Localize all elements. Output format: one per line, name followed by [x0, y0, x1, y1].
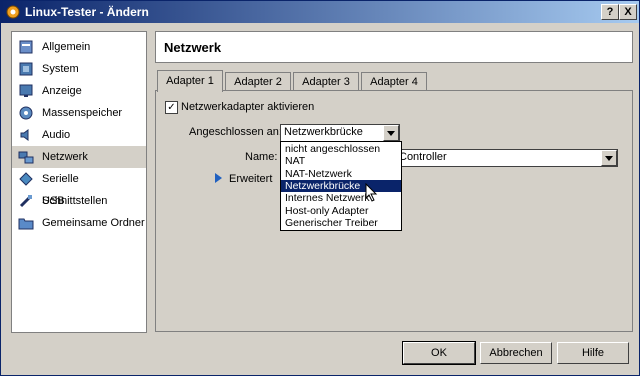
chevron-down-icon: [605, 156, 613, 161]
sidebar-item-allgemein[interactable]: Allgemein: [12, 36, 146, 58]
sidebar-item-audio[interactable]: Audio: [12, 124, 146, 146]
attached-to-dropdown-button[interactable]: [383, 125, 399, 141]
dropdown-option[interactable]: NAT: [281, 155, 401, 167]
name-label: Name:: [245, 151, 278, 163]
name-value: Controller: [399, 151, 447, 163]
chevron-down-icon: [387, 131, 395, 136]
dropdown-option[interactable]: NAT-Netzwerk: [281, 168, 401, 180]
settings-sidebar: Allgemein System Anzeige Massenspeicher …: [11, 31, 147, 333]
sidebar-item-label: Anzeige: [42, 85, 82, 97]
section-heading-box: Netzwerk: [155, 31, 633, 63]
window-title: Linux-Tester - Ändern: [25, 5, 149, 19]
sidebar-item-label: Massenspeicher: [42, 107, 123, 119]
sidebar-item-anzeige[interactable]: Anzeige: [12, 80, 146, 102]
tab-adapter-1[interactable]: Adapter 1: [157, 70, 223, 92]
serial-port-icon: [19, 172, 33, 186]
sidebar-item-label: System: [42, 63, 79, 75]
enable-adapter-checkbox[interactable]: ✓: [165, 101, 178, 114]
tab-adapter-2[interactable]: Adapter 2: [225, 72, 291, 91]
sidebar-item-usb[interactable]: USB: [12, 190, 146, 212]
ok-button[interactable]: OK: [402, 341, 476, 365]
system-icon: [19, 62, 33, 76]
help-button[interactable]: Hilfe: [557, 342, 629, 364]
expand-arrow-icon[interactable]: [215, 173, 222, 183]
dropdown-option-selected[interactable]: Netzwerkbrücke: [281, 179, 401, 193]
cancel-button[interactable]: Abbrechen: [480, 342, 552, 364]
attached-to-value: Netzwerkbrücke: [284, 126, 363, 138]
enable-adapter-label: Netzwerkadapter aktivieren: [181, 101, 315, 113]
sidebar-item-serielle-schnittstellen[interactable]: Serielle Schnittstellen: [12, 168, 146, 207]
name-dropdown-button[interactable]: [601, 150, 617, 166]
help-title-button[interactable]: ?: [601, 4, 619, 20]
advanced-toggle[interactable]: Erweitert: [229, 173, 272, 185]
close-title-button[interactable]: X: [619, 4, 637, 20]
dialog-window: Linux-Tester - Ändern ? X Allgemein Syst…: [0, 0, 640, 376]
dropdown-option[interactable]: nicht angeschlossen: [281, 143, 401, 155]
attached-to-dropdown-list: nicht angeschlossen NAT NAT-Netzwerk Net…: [280, 141, 402, 231]
network-icon: [18, 151, 34, 164]
virtualbox-gear-icon: [6, 5, 20, 19]
usb-icon: [19, 195, 32, 208]
dropdown-option[interactable]: Host-only Adapter: [281, 205, 401, 217]
tab-adapter-4[interactable]: Adapter 4: [361, 72, 427, 91]
title-bar[interactable]: Linux-Tester - Ändern ? X: [1, 1, 639, 23]
sidebar-item-label: USB: [42, 195, 65, 207]
storage-icon: [19, 106, 33, 120]
sidebar-item-label: Audio: [42, 129, 71, 141]
sidebar-item-netzwerk[interactable]: Netzwerk: [12, 146, 146, 168]
dropdown-option[interactable]: Generischer Treiber: [281, 217, 401, 229]
display-icon: [19, 84, 33, 97]
shared-folder-icon: [18, 218, 34, 230]
general-icon: [19, 40, 33, 54]
mouse-cursor-icon: [365, 183, 378, 202]
attached-to-label: Angeschlossen an:: [189, 126, 282, 138]
attached-to-select[interactable]: Netzwerkbrücke: [280, 124, 400, 142]
tab-adapter-3[interactable]: Adapter 3: [293, 72, 359, 91]
sidebar-item-massenspeicher[interactable]: Massenspeicher: [12, 102, 146, 124]
sidebar-item-system[interactable]: System: [12, 58, 146, 80]
page-title: Netzwerk: [164, 40, 222, 55]
sidebar-item-label: Allgemein: [42, 41, 91, 53]
sidebar-item-gemeinsame-ordner[interactable]: Gemeinsame Ordner: [12, 212, 146, 234]
sidebar-item-label: Gemeinsame Ordner: [42, 217, 145, 229]
audio-icon: [20, 129, 29, 141]
sidebar-item-label: Netzwerk: [42, 151, 88, 163]
dropdown-option[interactable]: Internes Netzwerk: [281, 192, 401, 204]
